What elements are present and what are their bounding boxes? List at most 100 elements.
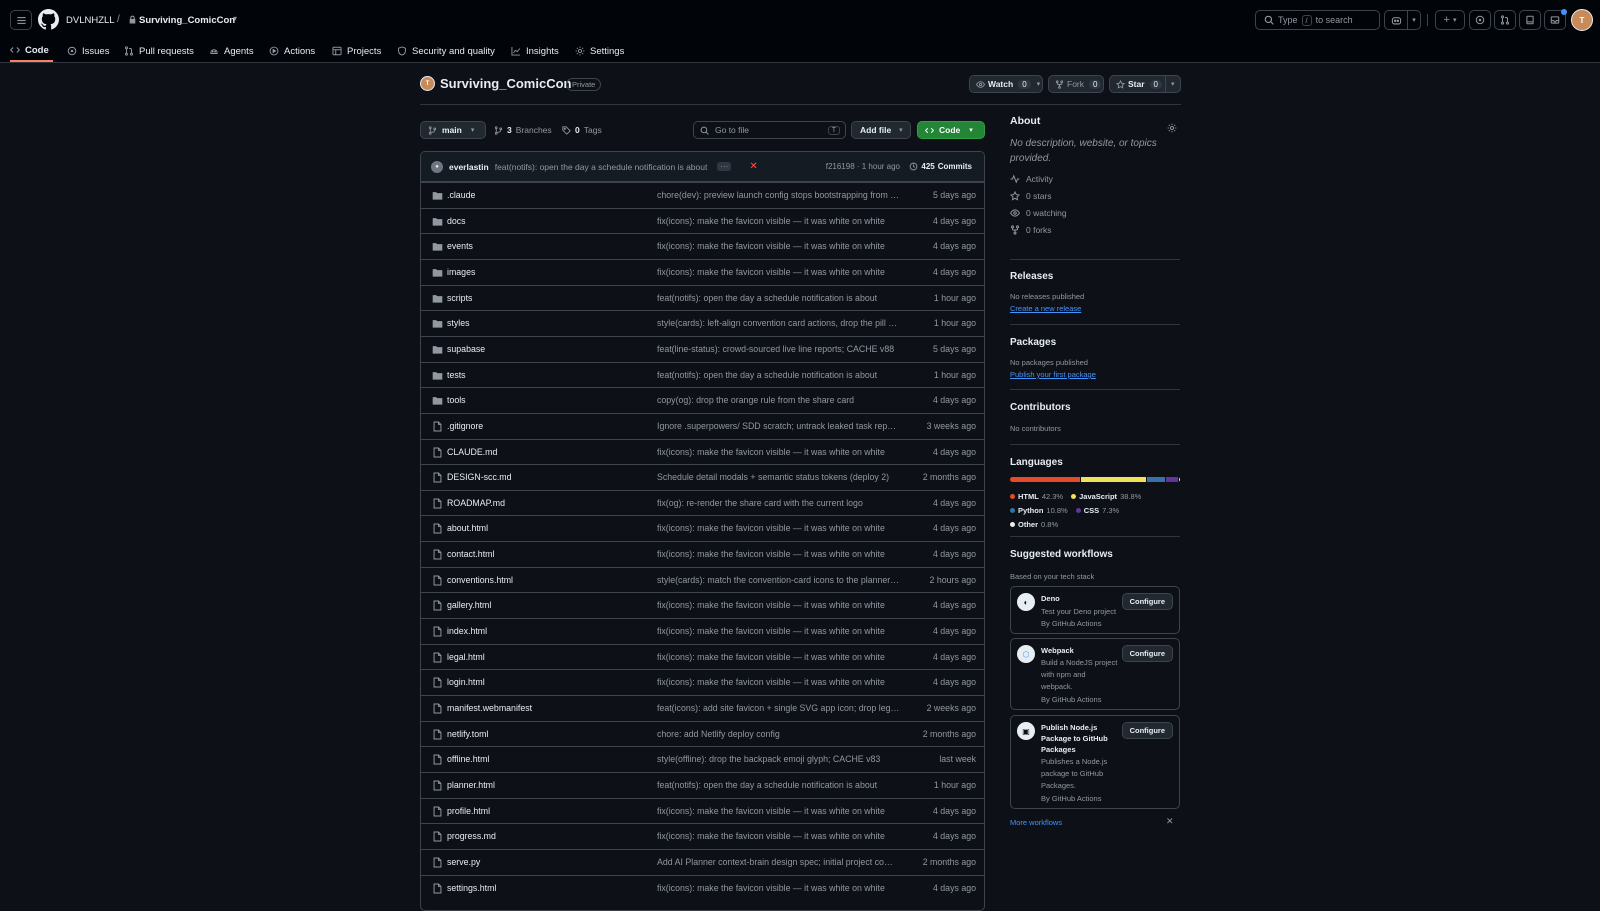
file-name[interactable]: CLAUDE.md — [447, 447, 497, 457]
tab-insights[interactable]: Insights — [511, 40, 559, 62]
language-item[interactable]: Other 0.8% — [1010, 518, 1058, 531]
file-name[interactable]: images — [447, 267, 475, 277]
commits-link[interactable]: 425 Commits — [909, 162, 972, 171]
file-commit-message[interactable]: fix(icons): make the favicon visible — i… — [657, 523, 900, 533]
file-commit-message[interactable]: style(cards): match the convention-card … — [657, 575, 900, 585]
file-name[interactable]: index.html — [447, 626, 487, 636]
file-name[interactable]: tests — [447, 370, 466, 380]
file-name[interactable]: tools — [447, 395, 466, 405]
file-row[interactable]: ROADMAP.md fix(og): re-render the share c… — [421, 489, 984, 515]
tab-security[interactable]: Security and quality — [397, 40, 495, 62]
file-commit-message[interactable]: fix(icons): make the favicon visible — i… — [657, 241, 900, 251]
gear-icon[interactable] — [1167, 123, 1177, 133]
file-name[interactable]: gallery.html — [447, 600, 491, 610]
file-name[interactable]: profile.html — [447, 806, 490, 816]
file-name[interactable]: .gitignore — [447, 421, 483, 431]
file-commit-message[interactable]: copy(og): drop the orange rule from the … — [657, 395, 900, 405]
forks-link[interactable]: 0 forks — [1010, 225, 1180, 235]
code-button[interactable]: Code ▾ — [917, 121, 985, 139]
activity-link[interactable]: Activity — [1010, 174, 1180, 184]
pull-requests-button[interactable] — [1494, 10, 1516, 30]
file-name[interactable]: offline.html — [447, 754, 489, 764]
file-row[interactable]: DESIGN-scc.md Schedule detail modals + se… — [421, 464, 984, 489]
file-name[interactable]: docs — [447, 216, 466, 226]
file-name[interactable]: netlify.toml — [447, 729, 488, 739]
failed-status-icon[interactable]: ✕ — [749, 161, 757, 172]
file-row[interactable]: serve.py Add AI Planner context-brain des… — [421, 848, 984, 874]
copilot-dropdown[interactable]: ▾ — [1407, 10, 1421, 30]
file-name[interactable]: scripts — [447, 293, 472, 303]
tab-projects[interactable]: Projects — [332, 40, 381, 62]
create-release-link[interactable]: Create a new release — [1010, 304, 1081, 313]
file-commit-message[interactable]: feat(notifs): open the day a schedule no… — [657, 780, 900, 790]
file-row[interactable]: legal.html fix(icons): make the favicon v… — [421, 643, 984, 669]
stars-link[interactable]: 0 stars — [1010, 191, 1180, 201]
file-name[interactable]: DESIGN-scc.md — [447, 472, 512, 482]
file-commit-message[interactable]: feat(line-status): crowd-sourced live li… — [657, 344, 900, 354]
file-name[interactable]: styles — [447, 318, 470, 328]
branch-select[interactable]: main ▾ — [420, 121, 486, 139]
file-name[interactable]: manifest.webmanifest — [447, 703, 532, 713]
file-row[interactable]: docs fix(icons): make the favicon visible… — [421, 207, 984, 233]
file-row[interactable]: settings.html fix(icons): make the favico… — [421, 874, 984, 900]
file-row[interactable]: login.html fix(icons): make the favicon v… — [421, 669, 984, 694]
file-row[interactable]: supabase feat(line-status): crowd-sourced… — [421, 335, 984, 361]
star-button[interactable]: Star 0 ▾ — [1109, 75, 1181, 93]
language-item[interactable]: Python 10.8% — [1010, 504, 1068, 517]
file-name[interactable]: progress.md — [447, 831, 496, 841]
issues-button[interactable] — [1469, 10, 1491, 30]
file-commit-message[interactable]: feat(notifs): open the day a schedule no… — [657, 293, 900, 303]
file-commit-message[interactable]: Add AI Planner context-brain design spec… — [657, 857, 900, 867]
configure-button[interactable]: Configure — [1121, 722, 1173, 739]
file-row[interactable]: events fix(icons): make the favicon visib… — [421, 233, 984, 258]
file-commit-message[interactable]: Ignore .superpowers/ SDD scratch; untrac… — [657, 421, 900, 431]
branches-link[interactable]: 3 Branches — [494, 125, 552, 135]
file-commit-message[interactable]: fix(icons): make the favicon visible — i… — [657, 883, 900, 893]
file-row[interactable]: netlify.toml chore: add Netlify deploy co… — [421, 720, 984, 746]
file-row[interactable]: progress.md fix(icons): make the favicon … — [421, 823, 984, 848]
tab-pull-requests[interactable]: Pull requests — [124, 40, 194, 62]
file-row[interactable]: contact.html fix(icons): make the favicon… — [421, 541, 984, 566]
file-commit-message[interactable]: feat(icons): add site favicon + single S… — [657, 703, 900, 713]
file-row[interactable]: .claude chore(dev): preview launch config… — [421, 182, 984, 207]
file-row[interactable]: styles style(cards): left-align conventio… — [421, 310, 984, 335]
file-row[interactable]: manifest.webmanifest feat(icons): add sit… — [421, 695, 984, 720]
file-name[interactable]: planner.html — [447, 780, 495, 790]
publish-package-link[interactable]: Publish your first package — [1010, 370, 1096, 379]
repositories-button[interactable] — [1519, 10, 1541, 30]
fork-button[interactable]: Fork 0 — [1048, 75, 1104, 93]
more-workflows-link[interactable]: More workflows — [1010, 818, 1062, 827]
file-row[interactable]: scripts feat(notifs): open the day a sche… — [421, 284, 984, 310]
search-box[interactable]: Type / to search — [1255, 10, 1380, 30]
file-name[interactable]: ROADMAP.md — [447, 498, 505, 508]
commit-message[interactable]: feat(notifs): open the day a schedule no… — [495, 162, 708, 172]
file-name[interactable]: supabase — [447, 344, 485, 354]
tab-code[interactable]: Code — [10, 40, 53, 62]
avatar[interactable]: T — [1571, 9, 1593, 31]
chevron-down-icon[interactable]: ▾ — [1171, 80, 1175, 88]
file-commit-message[interactable]: style(offline): drop the backpack emoji … — [657, 754, 900, 764]
file-name[interactable]: contact.html — [447, 549, 494, 559]
github-logo-icon[interactable] — [38, 9, 59, 30]
file-commit-message[interactable]: fix(icons): make the favicon visible — i… — [657, 216, 900, 226]
releases-title[interactable]: Releases — [1010, 271, 1053, 282]
go-to-file-input[interactable]: Go to file T — [693, 121, 846, 139]
language-item[interactable]: JavaScript 38.8% — [1071, 490, 1141, 503]
file-commit-message[interactable]: fix(og): re-render the share card with t… — [657, 498, 900, 508]
commit-author[interactable]: everlastin — [449, 162, 489, 172]
file-row[interactable]: gallery.html fix(icons): make the favicon… — [421, 592, 984, 617]
repo-switch-chevron-icon[interactable]: ▾ — [233, 14, 237, 23]
language-item[interactable]: CSS 7.3% — [1075, 504, 1119, 517]
file-name[interactable]: serve.py — [447, 857, 480, 867]
packages-title[interactable]: Packages — [1010, 337, 1056, 348]
commit-expand-button[interactable]: ··· — [717, 162, 732, 171]
file-commit-message[interactable]: Schedule detail modals + semantic status… — [657, 472, 900, 482]
file-commit-message[interactable]: chore: add Netlify deploy config — [657, 729, 900, 739]
tab-actions[interactable]: Actions — [269, 40, 315, 62]
file-commit-message[interactable]: feat(notifs): open the day a schedule no… — [657, 370, 900, 380]
file-commit-message[interactable]: style(cards): left-align convention card… — [657, 318, 900, 328]
create-new-button[interactable]: + ▾ — [1435, 10, 1465, 30]
configure-button[interactable]: Configure — [1121, 645, 1173, 662]
file-commit-message[interactable]: chore(dev): preview launch config stops … — [657, 190, 900, 200]
contributors-title[interactable]: Contributors — [1010, 402, 1071, 413]
